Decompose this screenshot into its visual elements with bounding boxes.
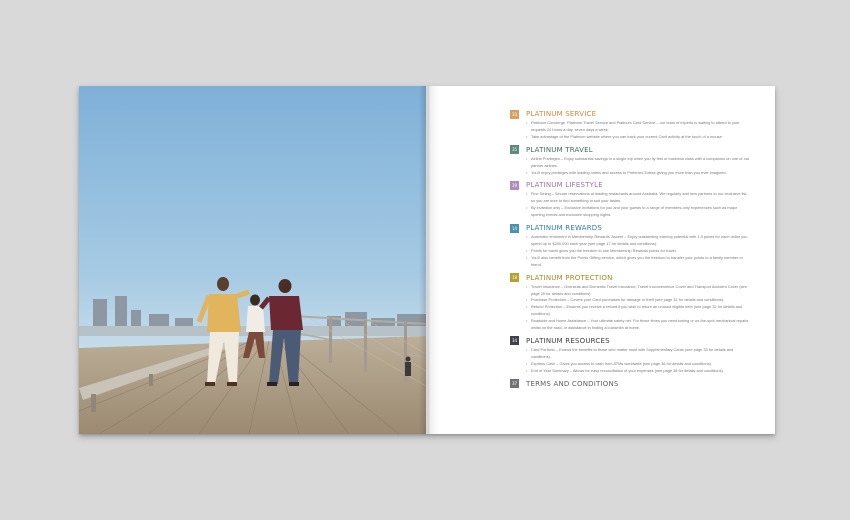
- list-item: Card Portfolio – Extend the benefits to …: [526, 347, 750, 361]
- list-item: Refund Protection – Ensures you receive …: [526, 304, 750, 318]
- section-number-badge: 34: [510, 336, 519, 346]
- section-title: PLATINUM PROTECTION: [526, 273, 613, 282]
- list-item: Take advantage of the Platinum website w…: [526, 134, 750, 141]
- brochure-spread: 33 PLATINUM SERVICE Platinum Concierge, …: [79, 86, 775, 434]
- list-item: Fine Dining – Secure reservations at lea…: [526, 191, 750, 205]
- section-number-badge: 39: [510, 180, 519, 190]
- section-title: PLATINUM REWARDS: [526, 224, 603, 233]
- list-item: You'll enjoy privileges with leading hot…: [526, 170, 750, 177]
- section-title: PLATINUM LIFESTYLE: [526, 181, 603, 190]
- list-item: Points for travel gives you the freedom …: [526, 248, 750, 255]
- list-item: Express Cash – Gives you access to cash …: [526, 361, 750, 368]
- section-number-badge: 18: [510, 273, 519, 283]
- list-item: You'll also benefit from the Points Gift…: [526, 255, 750, 269]
- section-terms-and-conditions: 37 TERMS AND CONDITIONS: [510, 378, 750, 390]
- list-item: Travel Insurance – Overseas and Domestic…: [526, 284, 750, 298]
- list-item: End of Year Summary – Allows for easy re…: [526, 368, 750, 375]
- section-platinum-travel: 35 PLATINUM TRAVEL Airline Privileges – …: [510, 144, 750, 177]
- contents-page: 33 PLATINUM SERVICE Platinum Concierge, …: [426, 86, 775, 434]
- family-on-boardwalk-photo: [79, 86, 426, 434]
- list-item: Platinum Concierge, Platinum Travel Serv…: [526, 120, 750, 134]
- section-number-badge: 37: [510, 379, 519, 389]
- section-platinum-protection: 18 PLATINUM PROTECTION Travel Insurance …: [510, 272, 750, 332]
- list-item: Airline Privileges – Enjoy substantial s…: [526, 156, 750, 170]
- list-item: Purchase Protection – Covers your Card p…: [526, 297, 750, 304]
- section-title: TERMS AND CONDITIONS: [526, 379, 619, 388]
- contents-list: 33 PLATINUM SERVICE Platinum Concierge, …: [510, 108, 750, 393]
- section-title: PLATINUM RESOURCES: [526, 336, 610, 345]
- list-item: By invitation only – Exclusive invitatio…: [526, 205, 750, 219]
- section-number-badge: 14: [510, 223, 519, 233]
- list-item: Automatic enrolment in Membership Reward…: [526, 234, 750, 248]
- section-platinum-service: 33 PLATINUM SERVICE Platinum Concierge, …: [510, 108, 750, 141]
- section-number-badge: 35: [510, 145, 519, 155]
- section-title: PLATINUM TRAVEL: [526, 145, 593, 154]
- section-platinum-resources: 34 PLATINUM RESOURCES Card Portfolio – E…: [510, 335, 750, 375]
- section-title: PLATINUM SERVICE: [526, 110, 597, 118]
- section-platinum-rewards: 14 PLATINUM REWARDS Automatic enrolment …: [510, 222, 750, 269]
- list-item: Roadside and Home Assistance – Your ulti…: [526, 318, 750, 332]
- section-number-badge: 33: [510, 109, 519, 119]
- section-platinum-lifestyle: 39 PLATINUM LIFESTYLE Fine Dining – Secu…: [510, 179, 750, 219]
- photo-page: [79, 86, 426, 434]
